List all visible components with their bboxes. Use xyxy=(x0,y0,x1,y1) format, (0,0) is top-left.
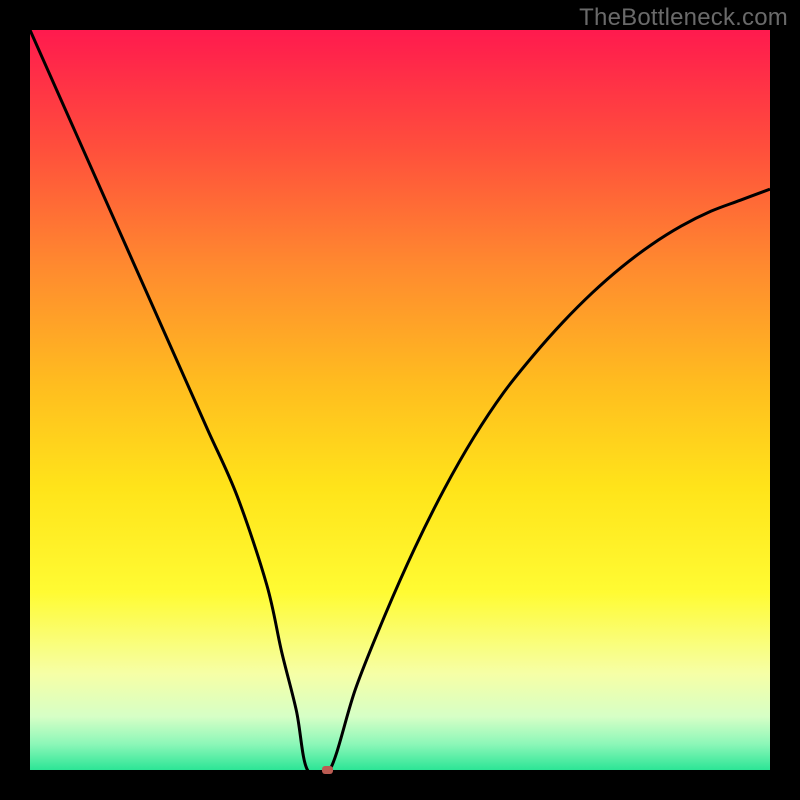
chart-frame: TheBottleneck.com xyxy=(0,0,800,800)
background-gradient xyxy=(30,30,770,770)
plot-svg xyxy=(30,30,770,770)
curve-marker xyxy=(322,766,332,773)
watermark-text: TheBottleneck.com xyxy=(579,4,788,32)
plot-area xyxy=(30,30,770,770)
